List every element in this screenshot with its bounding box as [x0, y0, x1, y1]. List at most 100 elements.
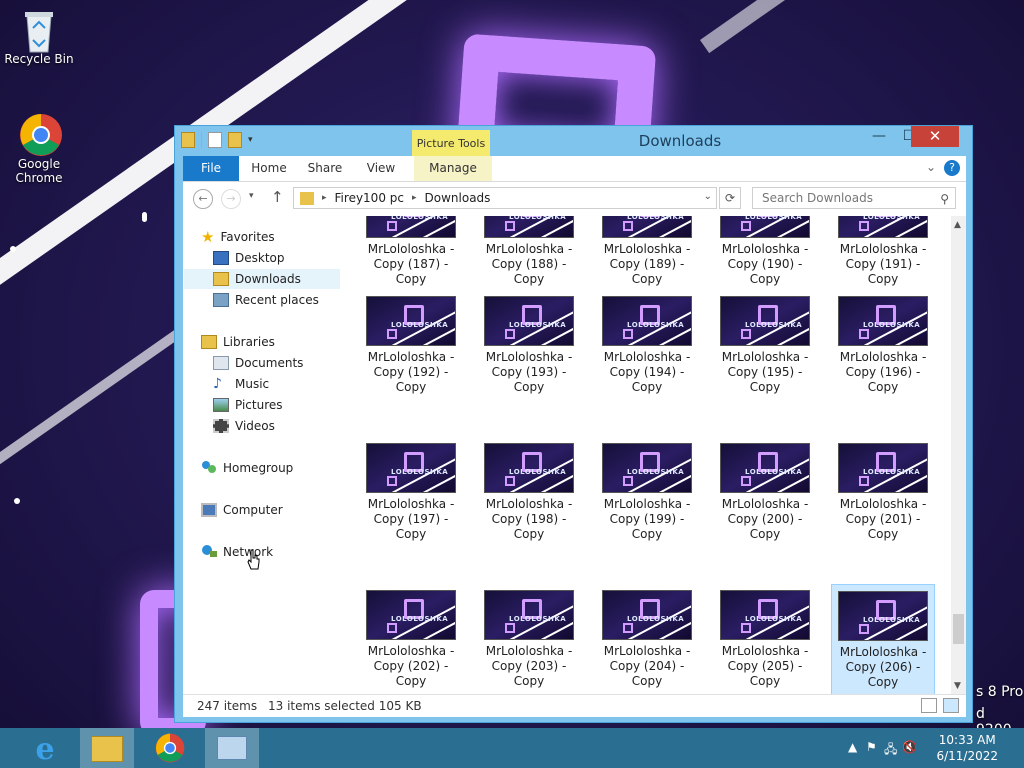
taskbar-google-chrome[interactable]: [143, 728, 197, 768]
file-item[interactable]: LOLOLOSHKA MrLololoshka - Copy (188) - Co…: [477, 216, 581, 287]
file-item[interactable]: LOLOLOSHKA MrLololoshka - Copy (194) - Co…: [595, 296, 699, 395]
address-bar[interactable]: ▸ Firey100 pc ▸ Downloads ⌄: [293, 187, 717, 209]
file-item[interactable]: LOLOLOSHKA MrLololoshka - Copy (191) - Co…: [831, 216, 935, 287]
thumbnail-logo-text: LOLOLOSHKA: [509, 468, 567, 476]
file-item[interactable]: LOLOLOSHKA MrLololoshka - Copy (200) - Co…: [713, 443, 817, 542]
breadcrumb-item[interactable]: Firey100 pc: [335, 191, 404, 205]
desktop-icon-label: Google Chrome: [15, 157, 63, 185]
help-button[interactable]: ?: [944, 160, 960, 176]
volume-muted-icon[interactable]: 🔇: [902, 740, 917, 754]
file-item[interactable]: LOLOLOSHKA MrLololoshka - Copy (205) - Co…: [713, 590, 817, 689]
desktop-icon-google-chrome[interactable]: Google Chrome: [4, 113, 74, 185]
nav-music[interactable]: ♪ Music: [213, 374, 269, 394]
file-name: MrLololoshka - Copy (202) - Copy: [367, 644, 455, 688]
file-item[interactable]: LOLOLOSHKA MrLololoshka - Copy (198) - Co…: [477, 443, 581, 542]
nav-videos[interactable]: Videos: [213, 416, 275, 436]
thumbnail-logo-text: LOLOLOSHKA: [509, 216, 567, 221]
expand-ribbon-icon[interactable]: ⌄: [926, 160, 936, 174]
file-item[interactable]: LOLOLOSHKA MrLololoshka - Copy (190) - Co…: [713, 216, 817, 287]
nav-documents[interactable]: Documents: [213, 353, 303, 373]
scroll-up-arrow[interactable]: ▲: [954, 220, 961, 230]
file-item[interactable]: LOLOLOSHKA MrLololoshka - Copy (195) - Co…: [713, 296, 817, 395]
nav-recent-places[interactable]: Recent places: [213, 290, 319, 310]
refresh-button[interactable]: ⟳: [719, 187, 741, 209]
file-name: MrLololoshka - Copy (200) - Copy: [721, 497, 809, 541]
image-thumbnail: LOLOLOSHKA: [720, 216, 810, 238]
file-name: MrLololoshka - Copy (203) - Copy: [485, 644, 573, 688]
forward-button[interactable]: →: [221, 189, 241, 209]
minimize-button[interactable]: —: [865, 126, 893, 146]
file-item[interactable]: LOLOLOSHKA MrLololoshka - Copy (201) - Co…: [831, 443, 935, 542]
nav-favorites[interactable]: ★ Favorites: [201, 227, 275, 247]
file-item[interactable]: LOLOLOSHKA MrLololoshka - Copy (192) - Co…: [359, 296, 463, 395]
properties-icon[interactable]: [208, 132, 222, 148]
file-item[interactable]: LOLOLOSHKA MrLololoshka - Copy (202) - Co…: [359, 590, 463, 689]
file-item[interactable]: LOLOLOSHKA MrLololoshka - Copy (187) - Co…: [359, 216, 463, 287]
file-item[interactable]: LOLOLOSHKA MrLololoshka - Copy (203) - Co…: [477, 590, 581, 689]
tab-manage[interactable]: Manage: [414, 156, 492, 181]
nav-label: Favorites: [220, 230, 275, 244]
new-folder-icon[interactable]: [228, 132, 242, 148]
explorer-body: ★ Favorites Desktop Downloads Recent pla…: [183, 216, 966, 694]
nav-libraries[interactable]: Libraries: [201, 332, 275, 352]
image-thumbnail: LOLOLOSHKA: [720, 443, 810, 493]
nav-computer[interactable]: Computer: [201, 500, 283, 520]
taskbar-control-panel[interactable]: [205, 728, 259, 768]
show-hidden-icons-icon[interactable]: ▲: [848, 740, 857, 754]
search-input[interactable]: Search Downloads ⚲: [752, 187, 956, 209]
up-button[interactable]: ↑: [271, 188, 284, 206]
clock[interactable]: 10:33 AM 6/11/2022: [936, 732, 998, 764]
close-button[interactable]: ✕: [911, 126, 959, 147]
address-dropdown-icon[interactable]: ⌄: [704, 191, 712, 202]
customize-toolbar-icon[interactable]: ▾: [248, 135, 253, 145]
vertical-scrollbar[interactable]: ▲ ▼: [951, 216, 966, 694]
taskbar-file-explorer[interactable]: [80, 728, 134, 768]
file-name: MrLololoshka - Copy (191) - Copy: [839, 242, 927, 286]
taskbar-internet-explorer[interactable]: e: [18, 728, 72, 768]
action-center-flag-icon[interactable]: ⚑: [866, 740, 877, 754]
navigation-pane: ★ Favorites Desktop Downloads Recent pla…: [183, 216, 343, 694]
clock-date: 6/11/2022: [936, 749, 998, 763]
file-item[interactable]: LOLOLOSHKA MrLololoshka - Copy (193) - Co…: [477, 296, 581, 395]
file-item[interactable]: LOLOLOSHKA MrLololoshka - Copy (197) - Co…: [359, 443, 463, 542]
file-name: MrLololoshka - Copy (195) - Copy: [721, 350, 809, 394]
file-grid: LOLOLOSHKA MrLololoshka - Copy (187) - Co…: [343, 216, 951, 694]
thumbnail-logo-text: LOLOLOSHKA: [627, 321, 685, 329]
nav-label: Documents: [235, 356, 304, 370]
back-button[interactable]: ←: [193, 189, 213, 209]
breadcrumb-item[interactable]: Downloads: [425, 191, 491, 205]
file-item[interactable]: LOLOLOSHKA MrLololoshka - Copy (206) - Co…: [831, 584, 935, 694]
thumbnail-logo-text: LOLOLOSHKA: [627, 468, 685, 476]
recent-locations-dropdown[interactable]: ▾: [249, 191, 254, 201]
title-bar[interactable]: ▾ Picture Tools Downloads — ☐ ✕: [175, 126, 972, 156]
nav-downloads[interactable]: Downloads: [184, 269, 340, 289]
file-item[interactable]: LOLOLOSHKA MrLololoshka - Copy (189) - Co…: [595, 216, 699, 287]
network-status-icon[interactable]: 🖧: [884, 740, 897, 761]
file-item[interactable]: LOLOLOSHKA MrLololoshka - Copy (196) - Co…: [831, 296, 935, 395]
image-thumbnail: LOLOLOSHKA: [838, 591, 928, 641]
file-name: MrLololoshka - Copy (205) - Copy: [721, 644, 809, 688]
nav-desktop[interactable]: Desktop: [213, 248, 285, 268]
file-item[interactable]: LOLOLOSHKA MrLololoshka - Copy (199) - Co…: [595, 443, 699, 542]
nav-label: Videos: [235, 419, 275, 433]
tab-view[interactable]: View: [357, 156, 405, 181]
downloads-folder-icon: [213, 272, 229, 286]
tab-home[interactable]: Home: [245, 156, 293, 181]
scrollbar-thumb[interactable]: [953, 614, 964, 644]
large-icons-view-button[interactable]: [943, 698, 959, 713]
image-thumbnail: LOLOLOSHKA: [366, 216, 456, 238]
nav-label: Homegroup: [223, 461, 294, 475]
desktop-icon-recycle-bin[interactable]: Recycle Bin: [4, 8, 74, 66]
nav-network[interactable]: Network: [201, 542, 273, 562]
file-name: MrLololoshka - Copy (193) - Copy: [485, 350, 573, 394]
nav-homegroup[interactable]: Homegroup: [201, 458, 293, 478]
nav-pictures[interactable]: Pictures: [213, 395, 283, 415]
thumbnail-logo-text: LOLOLOSHKA: [863, 321, 921, 329]
selection-info: 13 items selected 105 KB: [268, 699, 422, 713]
scroll-down-arrow[interactable]: ▼: [954, 681, 961, 691]
music-icon: ♪: [213, 376, 222, 392]
file-item[interactable]: LOLOLOSHKA MrLololoshka - Copy (204) - Co…: [595, 590, 699, 689]
details-view-button[interactable]: [921, 698, 937, 713]
tab-file[interactable]: File: [183, 156, 239, 181]
tab-share[interactable]: Share: [301, 156, 349, 181]
